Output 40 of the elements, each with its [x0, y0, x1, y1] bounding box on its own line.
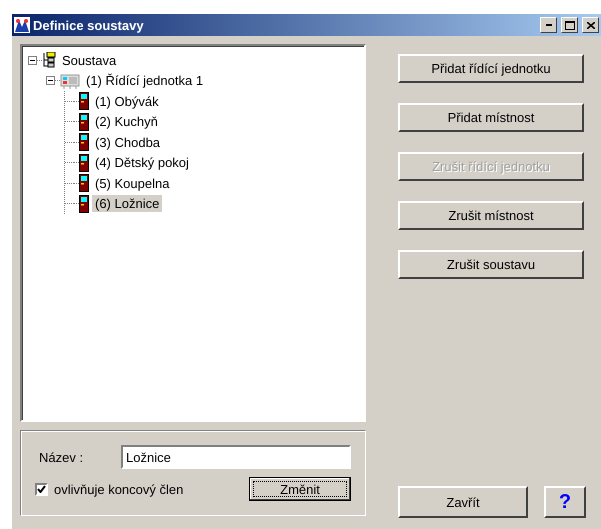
door-icon	[79, 133, 89, 152]
minus-icon	[30, 60, 35, 61]
maximize-button[interactable]	[561, 17, 578, 33]
tree-item[interactable]: (3) Chodba	[92, 134, 164, 151]
action-button[interactable]: Přidat řídící jednotku	[398, 54, 584, 83]
close-icon	[586, 22, 594, 28]
door-icon	[79, 92, 89, 110]
door-icon	[79, 194, 89, 213]
collapse-toggle[interactable]	[46, 76, 55, 86]
window-title: Definice soustavy	[33, 18, 145, 32]
action-button[interactable]: Přidat místnost	[398, 103, 584, 132]
minus-icon	[48, 80, 53, 82]
maximize-icon	[564, 20, 574, 30]
action-button[interactable]: Zrušit soustavu	[398, 250, 584, 279]
tree-item[interactable]: (1) Obývák	[92, 92, 162, 110]
tree-item[interactable]: (4) Dětský pokoj	[92, 154, 192, 172]
change-button[interactable]: Změnit	[249, 477, 351, 501]
close-button[interactable]	[582, 17, 599, 33]
tree-item[interactable]: Soustava	[59, 52, 120, 69]
collapse-toggle[interactable]	[28, 56, 37, 65]
checkbox-label: ovlivňuje koncový člen	[54, 482, 184, 496]
checkbox[interactable]	[35, 482, 48, 496]
name-field[interactable]: Ložnice	[121, 445, 351, 469]
help-button[interactable]: ?	[544, 486, 586, 518]
minimize-icon	[546, 24, 552, 26]
checkmark-icon	[37, 485, 46, 493]
tree-item[interactable]: (5) Koupelna	[92, 174, 172, 192]
controller-icon	[60, 72, 80, 89]
app-icon	[14, 17, 30, 33]
tree-item[interactable]: (6) Ložnice	[92, 195, 162, 212]
action-button[interactable]: Zrušit místnost	[398, 201, 584, 230]
minimize-button[interactable]	[540, 17, 557, 33]
tree-item[interactable]: (1) Řídící jednotka 1	[83, 72, 206, 90]
hierarchy-icon	[42, 52, 56, 68]
name-label: Název :	[39, 450, 84, 464]
door-icon	[79, 154, 89, 172]
tree-item[interactable]: (2) Kuchyň	[92, 113, 161, 130]
door-icon	[79, 174, 89, 192]
door-icon	[79, 112, 89, 131]
close-dialog-button[interactable]: Zavřít	[398, 486, 528, 518]
